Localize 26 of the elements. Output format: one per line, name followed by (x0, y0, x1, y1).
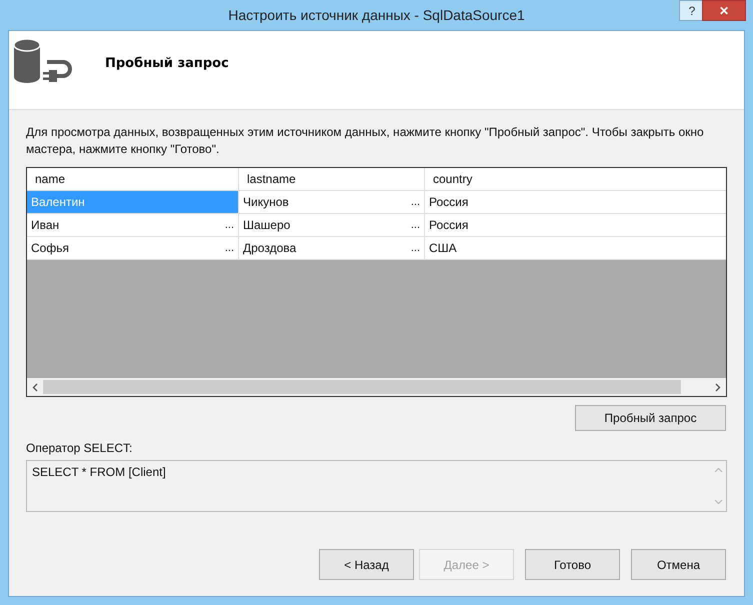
close-button[interactable]: ✕ (702, 0, 746, 21)
table-cell[interactable]: Россия (425, 191, 726, 213)
table-cell[interactable]: США (425, 237, 726, 259)
wizard-button[interactable]: Готово (525, 549, 620, 580)
column-header[interactable]: lastname (239, 168, 425, 190)
table-cell[interactable]: Иван ... (27, 214, 239, 236)
table-cell[interactable]: Шашеро ... (239, 214, 425, 236)
scroll-right-icon[interactable] (715, 382, 721, 392)
description-text: Для просмотра данных, возвращенных этим источником данных, нажмите кнопку "Пробный запрос". Чтобы закрыть окно мастера, нажмите кнопку "Готово". (26, 124, 705, 158)
wizard-button[interactable]: Отмена (631, 549, 726, 580)
test-query-button[interactable]: Пробный запрос (575, 405, 726, 431)
column-header[interactable]: name (27, 168, 239, 190)
scroll-down-icon[interactable] (714, 499, 722, 505)
select-label: Оператор SELECT: (26, 441, 134, 455)
table-cell[interactable]: Софья ... (27, 237, 239, 259)
table-cell[interactable]: Чикунов ... (239, 191, 425, 213)
column-header[interactable]: country (425, 168, 726, 190)
window-title: Настроить источник данных - SqlDataSource1 (228, 7, 525, 23)
select-statement-field[interactable]: SELECT * FROM [Client] (26, 460, 727, 512)
wizard-button[interactable]: < Назад (319, 549, 414, 580)
scroll-up-icon[interactable] (714, 467, 722, 473)
table-cell[interactable]: Россия (425, 214, 726, 236)
horizontal-scrollbar[interactable] (27, 378, 726, 396)
table-cell[interactable]: Дроздова ... (239, 237, 425, 259)
page-title: Пробный запрос (105, 56, 229, 70)
scroll-left-icon[interactable] (32, 382, 38, 392)
